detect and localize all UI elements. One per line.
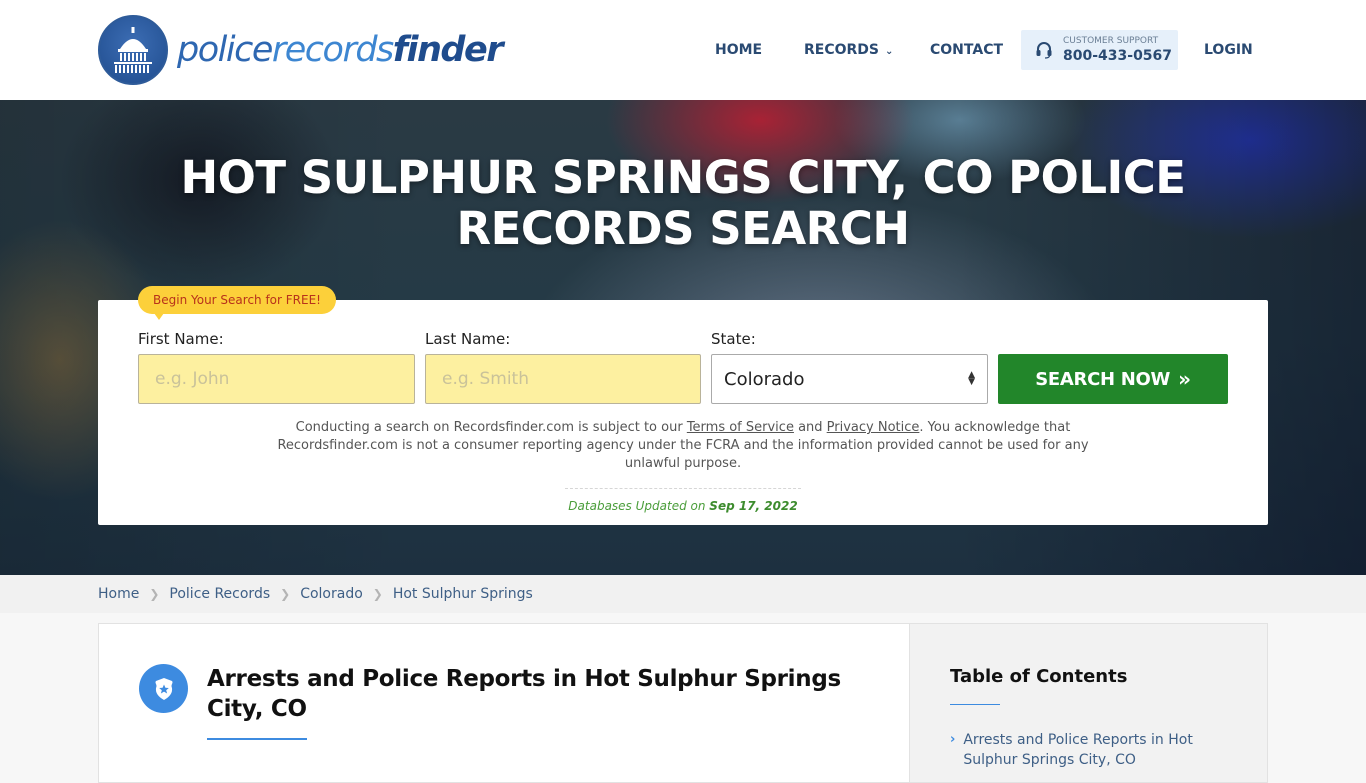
- toc-item-label: Arrests and Police Reports in Hot Sulphu…: [963, 732, 1193, 768]
- search-button-label: SEARCH NOW: [1035, 368, 1171, 390]
- state-label: State:: [711, 330, 756, 348]
- site-logo[interactable]: policerecordsfinder: [98, 15, 504, 85]
- logo-part-records: records: [271, 29, 394, 70]
- capitol-building-icon: [98, 15, 168, 85]
- chevron-right-icon: ❯: [372, 587, 383, 601]
- breadcrumb-colorado[interactable]: Colorado: [300, 586, 363, 602]
- support-label: CUSTOMER SUPPORT: [1063, 36, 1159, 46]
- db-updated-date: Sep 17, 2022: [709, 499, 798, 513]
- table-of-contents: Table of Contents › Arrests and Police R…: [909, 623, 1268, 783]
- dashed-divider: [565, 488, 801, 489]
- chevron-down-icon: ⌄: [885, 46, 894, 57]
- toc-item[interactable]: › Arrests and Police Reports in Hot Sulp…: [950, 730, 1220, 770]
- chevron-right-icon: ❯: [280, 587, 291, 601]
- breadcrumb-home[interactable]: Home: [98, 586, 139, 602]
- disclaimer-text: and: [793, 420, 827, 435]
- chevron-right-icon: ❯: [149, 587, 160, 601]
- heading-underline: [207, 738, 307, 740]
- last-name-label: Last Name:: [425, 330, 511, 348]
- logo-wordmark: policerecordsfinder: [177, 29, 504, 70]
- support-phone[interactable]: 800-433-0567: [1063, 49, 1172, 63]
- search-disclaimer: Conducting a search on Recordsfinder.com…: [248, 419, 1118, 473]
- article-card: Arrests and Police Reports in Hot Sulphu…: [98, 623, 910, 783]
- page-title: HOT SULPHUR SPRINGS CITY, CO POLICE RECO…: [180, 151, 1186, 255]
- nav-login[interactable]: LOGIN: [1204, 42, 1253, 58]
- nav-home[interactable]: HOME: [715, 42, 762, 58]
- state-selected-value: Colorado: [724, 368, 805, 390]
- search-form: Begin Your Search for FREE! First Name: …: [98, 286, 1268, 525]
- terms-of-service-link[interactable]: Terms of Service: [687, 420, 794, 435]
- select-arrows-icon: ▲ ▼: [968, 370, 975, 387]
- breadcrumb-police-records[interactable]: Police Records: [169, 586, 270, 602]
- last-name-input[interactable]: [425, 354, 701, 404]
- customer-support-box[interactable]: CUSTOMER SUPPORT 800-433-0567: [1021, 30, 1178, 70]
- chevron-right-icon: ›: [950, 732, 956, 747]
- logo-part-finder: finder: [392, 29, 504, 70]
- breadcrumb-hot-sulphur-springs[interactable]: Hot Sulphur Springs: [393, 586, 533, 602]
- db-updated-label: Databases Updated on: [568, 499, 706, 513]
- search-now-button[interactable]: SEARCH NOW »: [998, 354, 1228, 404]
- article-heading: Arrests and Police Reports in Hot Sulphu…: [207, 666, 841, 722]
- police-badge-icon: [139, 664, 188, 713]
- database-updated-note: Databases Updated on Sep 17, 2022: [98, 499, 1268, 513]
- toc-heading: Table of Contents: [950, 666, 1128, 687]
- breadcrumb-bar: Home ❯ Police Records ❯ Colorado ❯ Hot S…: [0, 575, 1366, 613]
- hero-banner: HOT SULPHUR SPRINGS CITY, CO POLICE RECO…: [0, 100, 1366, 575]
- privacy-notice-link[interactable]: Privacy Notice: [827, 420, 920, 435]
- first-name-label: First Name:: [138, 330, 224, 348]
- toc-underline: [950, 704, 1000, 705]
- breadcrumb: Home ❯ Police Records ❯ Colorado ❯ Hot S…: [98, 575, 533, 613]
- double-chevron-right-icon: »: [1178, 367, 1191, 391]
- logo-part-police: police: [177, 29, 273, 70]
- first-name-input[interactable]: [138, 354, 415, 404]
- nav-contact[interactable]: CONTACT: [930, 42, 1003, 58]
- free-search-badge: Begin Your Search for FREE!: [138, 286, 336, 320]
- nav-records-label: RECORDS: [804, 42, 880, 58]
- headset-icon: [1036, 42, 1052, 59]
- site-header: policerecordsfinder HOME RECORDS ⌄ CONTAC…: [0, 0, 1366, 100]
- nav-records[interactable]: RECORDS ⌄: [804, 42, 893, 58]
- state-select[interactable]: Colorado ▲ ▼: [711, 354, 988, 404]
- disclaimer-text: Conducting a search on Recordsfinder.com…: [295, 420, 687, 435]
